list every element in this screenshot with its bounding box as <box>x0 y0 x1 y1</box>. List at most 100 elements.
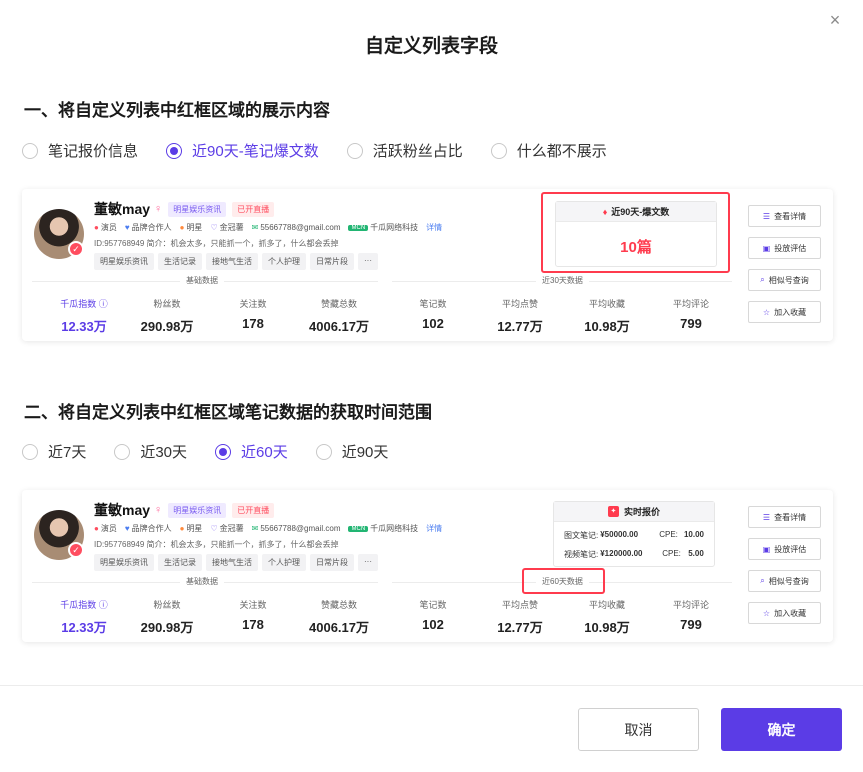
stat-value: 12.77万 <box>497 620 543 635</box>
radio-dot[interactable] <box>22 443 38 460</box>
stat-likes: 赞藏总数 4006.17万 <box>299 297 379 335</box>
meta-text: 金冠薯 <box>219 223 244 232</box>
stat-value: 12.33万 <box>61 319 107 334</box>
mail-icon: ✉ <box>251 524 259 533</box>
stat-value: 10.98万 <box>584 620 630 635</box>
radio-90d[interactable]: 近90天 <box>315 441 389 462</box>
action-label: 相似号查询 <box>768 576 809 586</box>
name-text: 董敏may <box>94 201 151 217</box>
price-key: 视频笔记: <box>564 550 599 559</box>
radio-60d[interactable]: 近60天 <box>215 441 288 462</box>
stat-value: 178 <box>242 316 264 331</box>
radio-label: 近90天 <box>341 444 389 461</box>
stat-label: 平均收藏 <box>588 600 625 610</box>
price-value: ¥120000.00 <box>600 549 643 558</box>
stat-value: 290.98万 <box>140 319 194 334</box>
radio-dot[interactable] <box>114 443 131 460</box>
action-buttons: ☰ 查看详情 ▣ 投放评估 ⌕ 相似号查询 ☆ 加入收藏 <box>748 205 821 333</box>
period-label: 近30天数据 <box>536 275 589 286</box>
stat-value: 799 <box>680 316 702 331</box>
radio-dot[interactable] <box>315 443 332 460</box>
radio-7d[interactable]: 近7天 <box>22 441 86 462</box>
radio-30d[interactable]: 近30天 <box>114 441 187 462</box>
stat-qiangua-index: 千瓜指数 ⓘ 12.33万 <box>44 297 124 335</box>
evaluate-button[interactable]: ▣ 投放评估 <box>748 237 821 259</box>
favorite-button[interactable]: ☆ 加入收藏 <box>748 301 821 323</box>
cancel-button[interactable]: 取消 <box>578 708 699 751</box>
stat-label: 粉丝数 <box>153 600 181 610</box>
profile-meta: ● 演员 ♥ 品牌合作人 ● 明星 ♡ 金冠薯 ✉ 55667788@gmail.com … <box>94 222 450 233</box>
stat-value: 4006.17万 <box>309 620 369 635</box>
evaluate-button[interactable]: ▣ 投放评估 <box>748 538 821 560</box>
close-icon[interactable]: × <box>825 10 845 30</box>
stat-notes: 笔记数 102 <box>393 598 473 632</box>
radio-dot[interactable] <box>346 142 363 159</box>
stat-label: 笔记数 <box>419 299 447 309</box>
confirm-button[interactable]: 确定 <box>721 708 842 751</box>
stat-label: 笔记数 <box>419 600 447 610</box>
radio-90d-hot[interactable]: 近90天-笔记爆文数 <box>166 140 319 161</box>
mcn-badge: MCN <box>348 224 369 231</box>
female-icon: ♀ <box>154 504 163 516</box>
star-icon: ☆ <box>762 307 771 317</box>
radio-label: 近60天 <box>241 444 288 461</box>
radio-label: 近90天-笔记爆文数 <box>192 143 319 160</box>
radio-active-fans[interactable]: 活跃粉丝占比 <box>346 140 463 161</box>
chip-more[interactable]: ··· <box>358 554 378 571</box>
view-detail-button[interactable]: ☰ 查看详情 <box>748 205 821 227</box>
stat-value: 10.98万 <box>584 319 630 334</box>
meta-text: 金冠薯 <box>219 524 244 533</box>
stat-label: 千瓜指数 ⓘ <box>60 600 108 610</box>
mcn-badge: MCN <box>348 525 369 532</box>
radio-show-nothing[interactable]: 什么都不展示 <box>490 140 607 161</box>
cpe-key: CPE: <box>662 549 681 558</box>
stat-value: 102 <box>422 316 444 331</box>
detail-link[interactable]: 详情 <box>426 523 442 534</box>
action-label: 相似号查询 <box>768 275 809 285</box>
meta-text: 演员 <box>100 524 117 533</box>
search-icon: ⌕ <box>760 576 765 585</box>
chip: 日常片段 <box>310 253 354 270</box>
stat-label: 平均点赞 <box>501 299 538 309</box>
chip-more[interactable]: ··· <box>358 253 378 270</box>
section2-radio-group: 近7天 近30天 近60天 近90天 <box>22 441 416 462</box>
tag-live: 已开直播 <box>232 201 275 217</box>
chip: 生活记录 <box>158 554 202 571</box>
chip: 生活记录 <box>158 253 202 270</box>
detail-link[interactable]: 详情 <box>426 222 442 233</box>
cpe-value: 5.00 <box>688 549 704 558</box>
stat-label: 赞藏总数 <box>320 600 357 610</box>
stat-label: 平均评论 <box>672 600 709 610</box>
section2-title: 二、将自定义列表中红框区域笔记数据的获取时间范围 <box>24 403 432 422</box>
stat-fans: 粉丝数 290.98万 <box>127 598 207 636</box>
view-detail-button[interactable]: ☰ 查看详情 <box>748 506 821 528</box>
similar-search-button[interactable]: ⌕ 相似号查询 <box>748 570 821 592</box>
radio-dot[interactable] <box>215 443 232 460</box>
footer-divider <box>0 685 863 686</box>
stat-value: 102 <box>422 617 444 632</box>
radio-label: 什么都不展示 <box>516 143 607 160</box>
star-icon: ☆ <box>762 608 771 618</box>
radio-dot[interactable] <box>22 142 38 159</box>
favorite-button[interactable]: ☆ 加入收藏 <box>748 602 821 624</box>
stat-label: 平均收藏 <box>588 299 625 309</box>
profile-bio: ID:957768949 简介：机会太多，只能抓一个，抓多了，什么都会丢掉 <box>94 540 339 549</box>
basic-data-label: 基础数据 <box>180 576 224 587</box>
stat-fans: 粉丝数 290.98万 <box>127 297 207 335</box>
chart-icon: ▣ <box>762 544 771 554</box>
similar-search-button[interactable]: ⌕ 相似号查询 <box>748 269 821 291</box>
meta-text: 55667788@gmail.com <box>260 223 341 232</box>
stat-avg-like: 平均点赞 12.77万 <box>480 297 560 335</box>
profile-bio: ID:957768949 简介：机会太多，只能抓一个，抓多了，什么都会丢掉 <box>94 239 339 248</box>
radio-dot[interactable] <box>166 142 183 159</box>
action-buttons: ☰ 查看详情 ▣ 投放评估 ⌕ 相似号查询 ☆ 加入收藏 <box>748 506 821 634</box>
stat-qiangua-index: 千瓜指数 ⓘ 12.33万 <box>44 598 124 636</box>
radio-dot[interactable] <box>490 142 507 159</box>
price-icon: ✦ <box>607 506 619 517</box>
price-value: ¥50000.00 <box>600 530 639 539</box>
radio-note-price[interactable]: 笔记报价信息 <box>22 140 138 161</box>
crown-icon: ♡ <box>210 524 218 533</box>
stat-label: 平均点赞 <box>501 600 538 610</box>
section1-radio-group: 笔记报价信息 近90天-笔记爆文数 活跃粉丝占比 什么都不展示 <box>22 140 635 161</box>
chip: 明星娱乐资讯 <box>94 253 154 270</box>
